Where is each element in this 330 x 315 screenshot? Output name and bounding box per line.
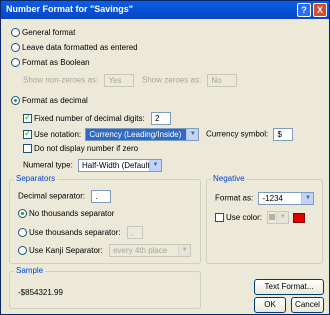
color-picker-select[interactable]: ▼ [267, 211, 290, 224]
help-button[interactable]: ? [297, 3, 311, 17]
fixed-digits-row[interactable]: Fixed number of decimal digits: 2 [23, 112, 171, 125]
text-format-label: Text Format... [264, 282, 314, 291]
numeral-type-row: Numeral type: Half-Width (Default) ▼ [23, 159, 163, 172]
currency-symbol-label: Currency symbol: [206, 129, 269, 139]
show-non-zeroes-label: Show non-zeroes as: [23, 75, 99, 85]
kanji-select[interactable]: every 4th place ▼ [109, 244, 192, 257]
use-color-label: Use color: [226, 213, 263, 222]
fixed-digits-checkbox[interactable] [23, 112, 32, 123]
numeral-type-value: Half-Width (Default) [82, 161, 153, 170]
boolean-label: Format as Boolean [22, 58, 90, 68]
general-format-option[interactable]: General format [11, 28, 76, 38]
leave-data-option[interactable]: Leave data formatted as entered [11, 43, 138, 53]
use-kanji-option[interactable]: Use Kanji Separator: every 4th place ▼ [18, 244, 192, 257]
use-notation-checkbox[interactable] [23, 128, 32, 139]
decimal-radio[interactable] [11, 96, 20, 106]
sample-group: Sample -$854321.99 [9, 266, 201, 309]
negative-group: Negative Format as: -1234 ▼ Use color: ▼ [206, 174, 323, 264]
text-format-button[interactable]: Text Format... [254, 279, 324, 295]
currency-symbol-input[interactable]: $ [273, 128, 294, 141]
currency-symbol-row: Currency symbol: $ [206, 128, 294, 141]
numeral-type-select[interactable]: Half-Width (Default) ▼ [78, 159, 163, 172]
use-thousands-radio[interactable] [18, 228, 27, 237]
use-color-row[interactable]: Use color: ▼ [215, 211, 306, 224]
notation-select[interactable]: Currency (Leading/Inside) ▼ [85, 128, 200, 141]
separators-group: Separators Decimal separator: . No thous… [9, 174, 201, 264]
no-thousands-label: No thousands separator [29, 209, 115, 219]
use-notation-row[interactable]: Use notation: Currency (Leading/Inside) ▼ [23, 128, 200, 141]
cancel-button[interactable]: Cancel [291, 297, 324, 313]
show-zeroes-row: Show zeroes as: No [142, 74, 238, 87]
chevron-down-icon: ▼ [178, 245, 191, 256]
show-zeroes-input[interactable]: No [207, 74, 238, 87]
negative-color-swatch [293, 212, 306, 223]
color-swatch-small-icon [269, 214, 276, 220]
ok-button[interactable]: OK [254, 297, 286, 313]
use-kanji-label: Use Kanji Separator: [29, 246, 103, 255]
cancel-label: Cancel [295, 300, 320, 309]
negative-format-select[interactable]: -1234 ▼ [258, 192, 315, 205]
kanji-value: every 4th place [113, 246, 168, 255]
use-thousands-option[interactable]: Use thousands separator: , [18, 226, 143, 239]
boolean-option[interactable]: Format as Boolean [11, 58, 90, 68]
thousands-separator-input[interactable]: , [126, 226, 143, 239]
show-non-zeroes-row: Show non-zeroes as: Yes [23, 74, 135, 87]
sample-title: Sample [14, 266, 46, 275]
leave-data-radio[interactable] [11, 43, 20, 53]
use-color-checkbox[interactable] [215, 213, 224, 222]
no-thousands-option[interactable]: No thousands separator [18, 209, 115, 219]
fixed-digits-input[interactable]: 2 [150, 112, 171, 125]
decimal-label: Format as decimal [22, 96, 88, 106]
close-button[interactable]: X [313, 3, 327, 17]
negative-format-row: Format as: -1234 ▼ [215, 192, 315, 205]
chevron-down-icon: ▼ [186, 129, 199, 140]
decimal-separator-row: Decimal separator: . [18, 190, 112, 203]
no-zero-checkbox[interactable] [23, 144, 32, 154]
no-zero-row[interactable]: Do not display number if zero [23, 144, 139, 154]
general-format-label: General format [22, 28, 76, 38]
use-notation-label: Use notation: [34, 130, 82, 139]
show-non-zeroes-input[interactable]: Yes [104, 74, 135, 87]
notation-value: Currency (Leading/Inside) [89, 130, 182, 139]
leave-data-label: Leave data formatted as entered [22, 43, 138, 53]
chevron-down-icon: ▼ [149, 160, 162, 171]
boolean-radio[interactable] [11, 58, 20, 68]
number-format-dialog: Number Format for "Savings" ? X General … [0, 0, 330, 315]
use-thousands-label: Use thousands separator: [29, 228, 121, 237]
chevron-down-icon: ▼ [301, 193, 314, 204]
sample-value: -$854321.99 [18, 288, 63, 297]
chevron-down-icon: ▼ [276, 212, 289, 223]
negative-format-value: -1234 [262, 194, 283, 203]
decimal-separator-label: Decimal separator: [18, 191, 86, 201]
numeral-type-label: Numeral type: [23, 160, 73, 170]
show-zeroes-label: Show zeroes as: [142, 75, 202, 85]
title-bar: Number Format for "Savings" ? X [1, 1, 329, 19]
negative-title: Negative [211, 174, 247, 183]
decimal-separator-input[interactable]: . [91, 190, 112, 203]
no-thousands-radio[interactable] [18, 209, 27, 219]
separators-title: Separators [14, 174, 58, 183]
decimal-option[interactable]: Format as decimal [11, 96, 88, 106]
no-zero-label: Do not display number if zero [34, 144, 139, 154]
use-kanji-radio[interactable] [18, 246, 27, 255]
general-format-radio[interactable] [11, 28, 20, 38]
dialog-title: Number Format for "Savings" [6, 4, 134, 14]
fixed-digits-label: Fixed number of decimal digits: [34, 114, 145, 123]
negative-format-label: Format as: [215, 193, 254, 203]
ok-label: OK [264, 300, 276, 309]
